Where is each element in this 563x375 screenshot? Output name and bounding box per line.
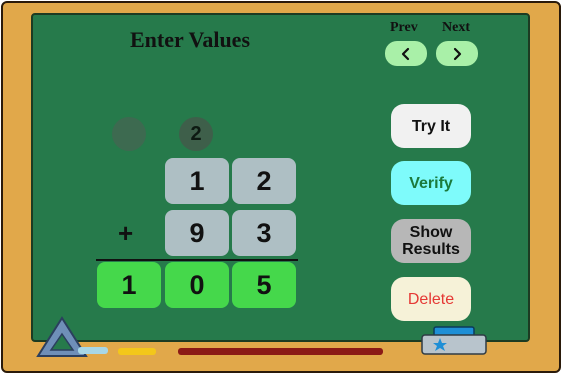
verify-button[interactable]: Verify bbox=[391, 161, 471, 205]
carry-slot-empty[interactable] bbox=[112, 117, 146, 151]
plus-operator: + bbox=[118, 218, 134, 248]
delete-button[interactable]: Delete bbox=[391, 277, 471, 321]
chalk-piece-blue bbox=[78, 347, 108, 354]
carry-digit[interactable]: 2 bbox=[179, 117, 213, 151]
prev-button[interactable] bbox=[385, 41, 427, 66]
top-digit-tens[interactable]: 1 bbox=[165, 158, 229, 204]
try-it-button[interactable]: Try It bbox=[391, 104, 471, 148]
page-title: Enter Values bbox=[130, 27, 251, 52]
pointer-stick bbox=[178, 348, 383, 355]
bottom-digit-tens[interactable]: 9 bbox=[165, 210, 229, 256]
show-results-button[interactable]: Show Results bbox=[391, 219, 471, 263]
eraser-icon bbox=[421, 326, 487, 355]
top-digit-ones[interactable]: 2 bbox=[232, 158, 296, 204]
next-label: Next bbox=[442, 20, 470, 35]
bottom-digit-ones[interactable]: 3 bbox=[232, 210, 296, 256]
prev-label: Prev bbox=[390, 20, 418, 35]
sum-line bbox=[96, 259, 298, 261]
result-digit-tens[interactable]: 0 bbox=[165, 262, 229, 308]
result-digit-ones[interactable]: 5 bbox=[232, 262, 296, 308]
result-digit-hundreds[interactable]: 1 bbox=[97, 262, 161, 308]
chevron-left-icon bbox=[401, 47, 410, 60]
chevron-right-icon bbox=[453, 47, 462, 60]
next-button[interactable] bbox=[436, 41, 478, 66]
chalk-piece-yellow bbox=[118, 348, 156, 355]
